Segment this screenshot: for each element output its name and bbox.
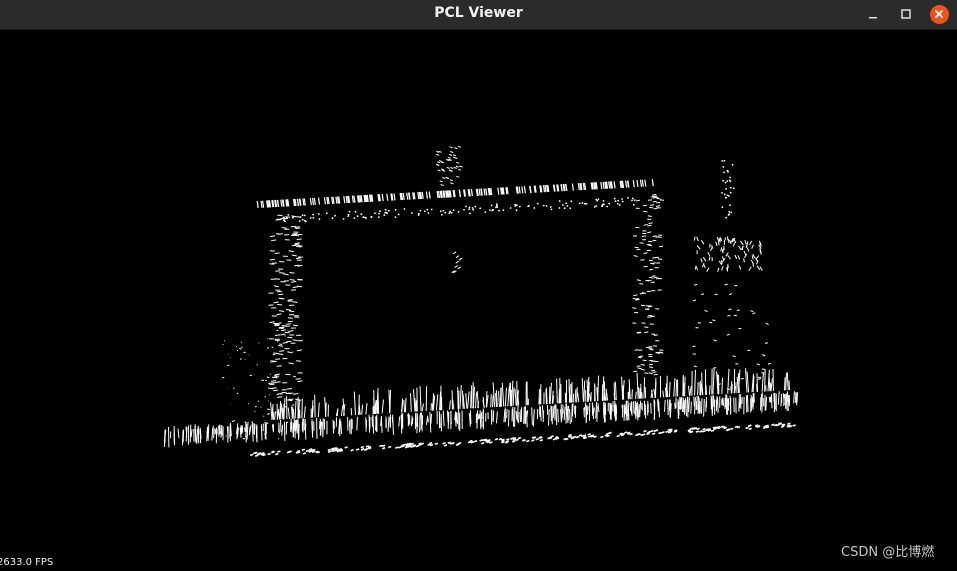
point-cloud	[0, 30, 957, 567]
minimize-button[interactable]	[862, 3, 884, 25]
window-title: PCL Viewer	[0, 0, 957, 29]
close-button[interactable]	[928, 3, 950, 25]
point-cloud-viewport[interactable]	[0, 30, 957, 567]
maximize-button[interactable]	[895, 3, 917, 25]
maximize-icon	[900, 8, 912, 20]
title-bar[interactable]: PCL Viewer	[0, 0, 957, 30]
watermark: CSDN @比博燃	[841, 541, 934, 560]
fps-counter: 2633.0 FPS	[0, 557, 53, 568]
minimize-icon	[867, 8, 879, 20]
close-icon	[934, 9, 944, 19]
close-button-background	[930, 5, 949, 24]
